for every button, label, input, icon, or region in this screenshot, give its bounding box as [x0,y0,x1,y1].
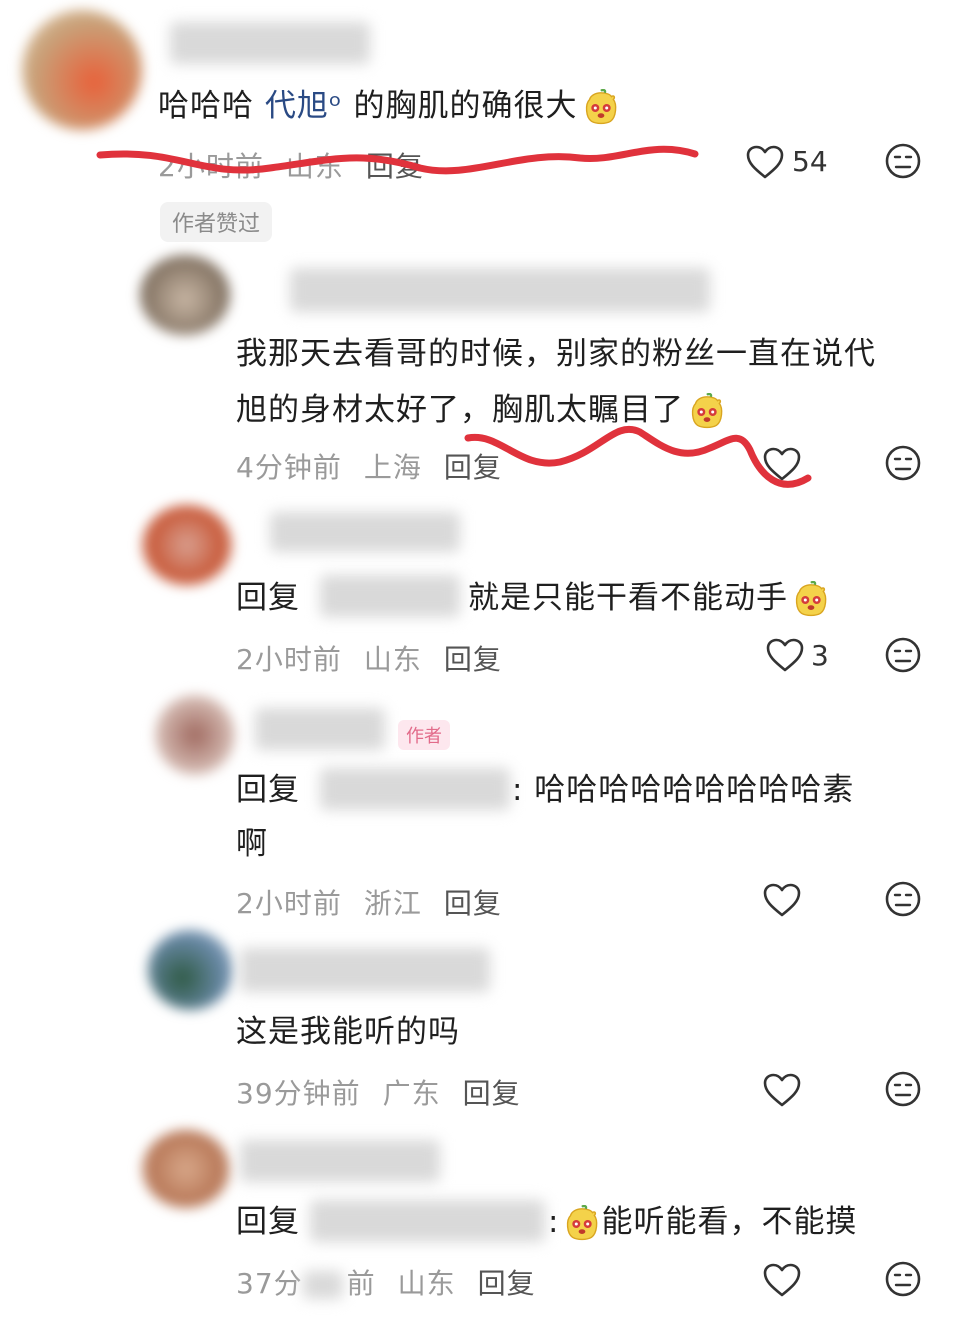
username-blurred [255,708,385,750]
heart-icon[interactable] [762,1262,802,1298]
reply-button[interactable]: 回复 [444,643,502,676]
comment-meta: 2小时前 山东 回复 [158,145,446,185]
reply-button[interactable]: 回复 [478,1267,536,1300]
comment-text: 回复 [236,570,300,626]
comment-time: 2小时前 [236,643,342,676]
mango-emoji-icon [688,393,726,431]
comment-time: 2小时前 [236,887,342,920]
mango-emoji-icon [563,1205,601,1243]
comment-meta: 4分钟前 上海 回复 [236,446,524,486]
reply-prefix: 回复 [236,580,300,616]
reply-prefix: 回复 [236,772,300,808]
comment-text: 回复 [236,1194,300,1250]
comment-text: 回复 [236,762,300,818]
comment-meta: 39分钟前 广东 回复 [236,1072,543,1112]
mango-emoji-icon [582,89,620,127]
reply-button[interactable]: 回复 [444,451,502,484]
comment-location: 广东 [382,1077,441,1110]
avatar[interactable] [22,10,142,130]
heart-icon[interactable] [765,637,805,673]
comment-meta: 2小时前 山东 回复 [236,638,524,678]
comment-time: 37分 [236,1267,303,1300]
username-blurred [270,512,460,552]
username-blurred [290,268,710,312]
username-blurred [170,22,370,64]
comment-text-line-2: 啊 [236,826,268,862]
comment-time: 2小时前 [158,150,264,183]
reply-prefix: 回复 [236,1204,300,1240]
colon: : [548,1204,560,1240]
comment-text-part: 哈哈哈 [158,88,265,124]
avatar[interactable] [142,1130,230,1208]
avatar[interactable] [140,255,230,335]
comment-text-part: 的胸肌的确很大 [342,88,578,124]
neutral-face-icon[interactable] [884,1260,922,1298]
heart-icon[interactable] [762,882,802,918]
comment-location: 山东 [363,643,422,676]
like-count: 54 [792,145,828,178]
avatar[interactable] [148,930,233,1010]
comment-location: 浙江 [363,887,422,920]
comment-time: 39分钟前 [236,1077,361,1110]
reply-button[interactable]: 回复 [463,1077,521,1110]
comment-text-part: 旭的身材太好了，胸肌太瞩目了 [236,392,684,428]
mention-blurred [320,575,460,617]
comment-text-line-1: 我那天去看哥的时候，别家的粉丝一直在说代 [236,336,876,372]
author-liked-tag: 作者赞过 [160,202,273,242]
mention-link[interactable]: 代旭ᵒ [265,88,343,124]
comment-text-body: : 哈哈哈哈哈哈哈哈哈素 [512,772,855,808]
neutral-face-icon[interactable] [884,142,922,180]
comment-text-part: 能听能看，不能摸 [601,1204,858,1240]
username-blurred [240,948,490,992]
comment-location: 山东 [285,150,344,183]
avatar[interactable] [142,505,232,585]
comment-text-body: : 能听能看，不能摸 [548,1194,857,1250]
neutral-face-icon[interactable] [884,636,922,674]
username-blurred [240,1140,440,1182]
neutral-face-icon[interactable] [884,880,922,918]
mention-blurred [320,768,510,810]
comment-meta: 2小时前 浙江 回复 [236,882,524,922]
heart-icon[interactable] [762,1072,802,1108]
comment-location: 上海 [363,451,422,484]
avatar[interactable] [155,695,235,775]
time-blurred [302,1271,343,1299]
reply-button[interactable]: 回复 [444,887,502,920]
like-count: 3 [811,639,829,672]
comment-meta: 37分 前山东 回复 [236,1262,558,1302]
comment-location: 山东 [397,1267,456,1300]
comment-text: 这是我能听的吗 [236,1014,460,1050]
comment-text-body: 就是只能干看不能动手 [468,570,830,626]
heart-icon[interactable] [745,144,785,180]
author-badge: 作者 [398,720,450,750]
comment-time: 4分钟前 [236,451,342,484]
mention-blurred [310,1200,545,1242]
comment-text-line-2: 旭的身材太好了，胸肌太瞩目了 [236,382,726,438]
heart-icon[interactable] [762,446,802,482]
reply-button[interactable]: 回复 [366,150,424,183]
neutral-face-icon[interactable] [884,444,922,482]
neutral-face-icon[interactable] [884,1070,922,1108]
mango-emoji-icon [792,581,830,619]
comment-text: 哈哈哈 代旭ᵒ 的胸肌的确很大 [158,78,620,134]
comment-time-rest: 前 [346,1267,376,1300]
comment-text-part: 就是只能干看不能动手 [468,580,788,616]
